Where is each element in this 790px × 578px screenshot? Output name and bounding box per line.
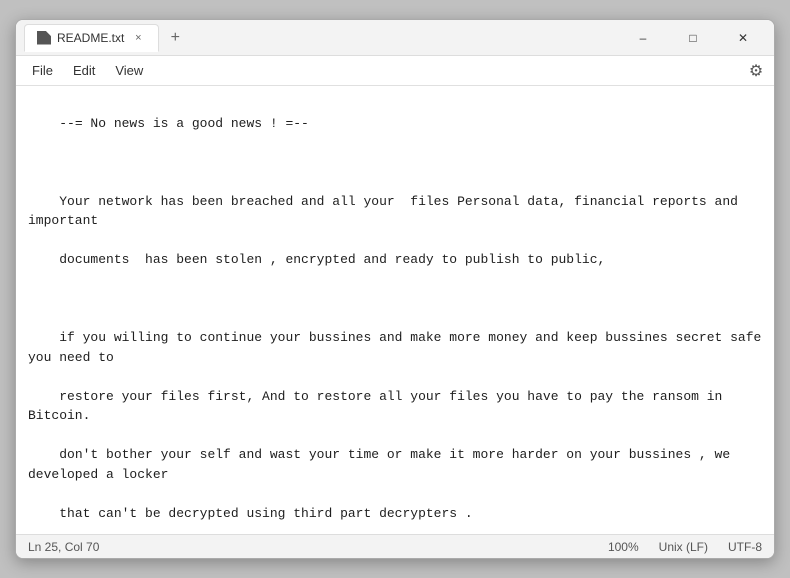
editor-line-6: if you willing to continue your bussines…: [28, 330, 769, 365]
menu-items: File Edit View: [24, 61, 151, 80]
file-icon: [37, 31, 51, 45]
tab-label: README.txt: [57, 31, 124, 45]
text-editor[interactable]: --= No news is a good news ! =-- Your ne…: [16, 86, 774, 534]
zoom-level: 100%: [608, 540, 639, 554]
line-ending: Unix (LF): [659, 540, 708, 554]
statusbar: Ln 25, Col 70 100% Unix (LF) UTF-8: [16, 534, 774, 558]
titlebar-tabs: README.txt × +: [24, 24, 620, 52]
notepad-window: README.txt × + – □ ✕ File Edit View ⚙ --…: [15, 19, 775, 559]
editor-line-8: don't bother your self and wast your tim…: [28, 447, 738, 482]
editor-line-9: that can't be decrypted using third part…: [59, 506, 472, 521]
file-menu[interactable]: File: [24, 61, 61, 80]
close-window-button[interactable]: ✕: [720, 24, 766, 52]
active-tab[interactable]: README.txt ×: [24, 24, 159, 52]
editor-line-7: restore your files first, And to restore…: [28, 389, 730, 424]
settings-icon[interactable]: ⚙: [746, 61, 766, 81]
window-controls: – □ ✕: [620, 24, 766, 52]
editor-line-1: --= No news is a good news ! =--: [59, 116, 309, 131]
menubar: File Edit View ⚙: [16, 56, 774, 86]
statusbar-right: 100% Unix (LF) UTF-8: [608, 540, 762, 554]
cursor-position: Ln 25, Col 70: [28, 540, 99, 554]
editor-line-3: Your network has been breached and all y…: [28, 194, 746, 229]
titlebar: README.txt × + – □ ✕: [16, 20, 774, 56]
minimize-button[interactable]: –: [620, 24, 666, 52]
editor-line-4: documents has been stolen , encrypted an…: [59, 252, 605, 267]
edit-menu[interactable]: Edit: [65, 61, 103, 80]
close-tab-button[interactable]: ×: [130, 30, 146, 46]
maximize-button[interactable]: □: [670, 24, 716, 52]
view-menu[interactable]: View: [107, 61, 151, 80]
encoding: UTF-8: [728, 540, 762, 554]
new-tab-button[interactable]: +: [163, 26, 187, 50]
